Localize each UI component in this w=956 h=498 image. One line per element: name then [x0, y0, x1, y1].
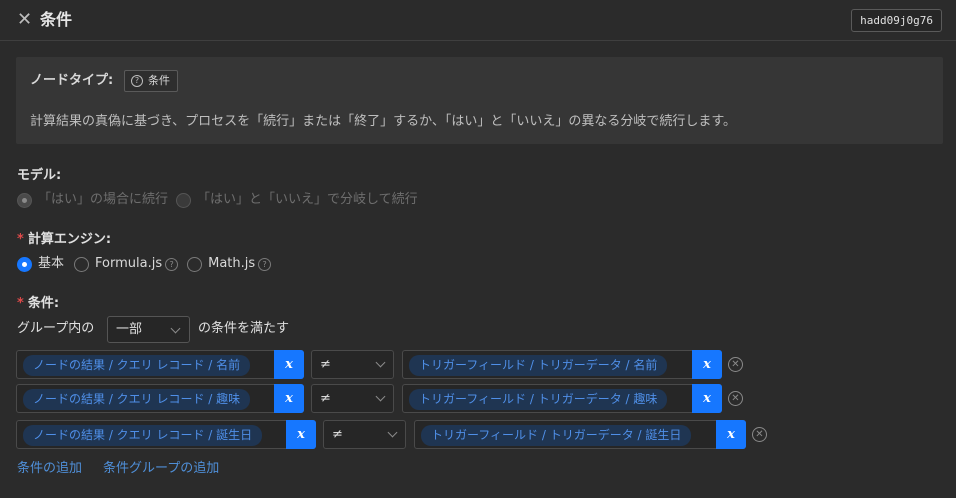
- variable-picker-button[interactable]: x: [692, 350, 722, 379]
- group-mode-select[interactable]: 一部: [107, 316, 190, 343]
- variable-tag[interactable]: ノードの結果 / クエリ レコード / 趣味: [23, 389, 251, 410]
- right-variable-input[interactable]: トリガーフィールド / トリガーデータ / 名前 x: [402, 350, 722, 379]
- node-type-tag-label: 条件: [148, 74, 170, 87]
- operator-value: ≠: [332, 427, 343, 442]
- variable-picker-button[interactable]: x: [692, 384, 722, 413]
- group-suffix-text: の条件を満たす: [198, 321, 290, 336]
- conditions-label: 条件:: [27, 296, 60, 311]
- mode-option-continue-label: 「はい」の場合に続行: [38, 192, 169, 207]
- mode-option-branch-label: 「はい」と「いいえ」で分岐して続行: [197, 192, 418, 207]
- mode-radio-branch[interactable]: [176, 192, 192, 208]
- add-condition-link[interactable]: 条件の追加: [17, 460, 82, 478]
- mode-radio-group: 「はい」の場合に続行 「はい」と「いいえ」で分岐して続行: [17, 191, 418, 209]
- operator-value: ≠: [320, 357, 331, 372]
- mode-label: モデル:: [17, 168, 62, 183]
- question-circle-icon: ?: [131, 75, 143, 87]
- node-type-description: 計算結果の真偽に基づき、プロセスを「続行」または「終了」するか、「はい」と「いい…: [30, 114, 737, 129]
- engine-option-formulajs-label: Formula.js: [95, 256, 163, 271]
- right-variable-input[interactable]: トリガーフィールド / トリガーデータ / 誕生日 x: [414, 420, 746, 449]
- operator-select[interactable]: ≠: [311, 350, 394, 379]
- variable-tag[interactable]: ノードの結果 / クエリ レコード / 名前: [23, 355, 251, 376]
- variable-tag[interactable]: トリガーフィールド / トリガーデータ / 趣味: [409, 389, 668, 410]
- engine-label-wrap: * 計算エンジン:: [17, 231, 111, 249]
- remove-condition-icon[interactable]: ✕: [728, 357, 743, 372]
- variable-picker-button[interactable]: x: [274, 350, 304, 379]
- engine-radio-mathjs[interactable]: [187, 256, 203, 272]
- conditions-label-wrap: * 条件:: [17, 295, 59, 313]
- chevron-down-icon: [170, 323, 181, 334]
- variable-tag[interactable]: トリガーフィールド / トリガーデータ / 誕生日: [421, 425, 692, 446]
- remove-condition-icon[interactable]: ✕: [728, 391, 743, 406]
- right-variable-input[interactable]: トリガーフィールド / トリガーデータ / 趣味 x: [402, 384, 722, 413]
- variable-picker-button[interactable]: x: [286, 420, 316, 449]
- left-variable-input[interactable]: ノードの結果 / クエリ レコード / 趣味 x: [16, 384, 304, 413]
- variable-picker-button[interactable]: x: [716, 420, 746, 449]
- operator-value: ≠: [320, 391, 331, 406]
- chevron-down-icon: [375, 357, 386, 368]
- variable-tag[interactable]: ノードの結果 / クエリ レコード / 誕生日: [23, 425, 263, 446]
- group-prefix-text: グループ内の: [17, 321, 95, 336]
- left-variable-input[interactable]: ノードの結果 / クエリ レコード / 名前 x: [16, 350, 304, 379]
- engine-radio-group: 基本 Formula.js ? Math.js ?: [17, 255, 272, 273]
- node-type-label: ノードタイプ:: [30, 73, 114, 88]
- page-title: 条件: [40, 10, 73, 29]
- node-type-tag: ? 条件: [124, 70, 178, 92]
- engine-radio-formulajs[interactable]: [74, 256, 90, 272]
- engine-label: 計算エンジン:: [27, 232, 112, 247]
- operator-select[interactable]: ≠: [311, 384, 394, 413]
- remove-condition-icon[interactable]: ✕: [752, 427, 767, 442]
- operator-select[interactable]: ≠: [323, 420, 406, 449]
- close-icon[interactable]: ✕: [17, 9, 35, 31]
- variable-tag[interactable]: トリガーフィールド / トリガーデータ / 名前: [409, 355, 668, 376]
- header: ✕ 条件 hadd09j0g76: [0, 0, 956, 41]
- help-icon[interactable]: ?: [165, 257, 179, 271]
- engine-radio-basic[interactable]: [17, 256, 32, 272]
- chevron-down-icon: [387, 427, 398, 438]
- node-id-badge[interactable]: hadd09j0g76: [851, 9, 942, 32]
- mode-radio-continue[interactable]: [17, 192, 32, 208]
- help-icon[interactable]: ?: [258, 257, 272, 271]
- required-marker: *: [17, 232, 24, 247]
- group-mode-value: 一部: [116, 322, 143, 337]
- required-marker: *: [17, 296, 24, 311]
- add-condition-group-link[interactable]: 条件グループの追加: [103, 460, 219, 478]
- chevron-down-icon: [375, 391, 386, 402]
- variable-picker-button[interactable]: x: [274, 384, 304, 413]
- node-type-info: ノードタイプ: ? 条件 計算結果の真偽に基づき、プロセスを「続行」または「終了…: [16, 57, 943, 144]
- engine-option-mathjs-label: Math.js: [208, 256, 256, 271]
- engine-option-basic-label: 基本: [38, 256, 65, 271]
- left-variable-input[interactable]: ノードの結果 / クエリ レコード / 誕生日 x: [16, 420, 316, 449]
